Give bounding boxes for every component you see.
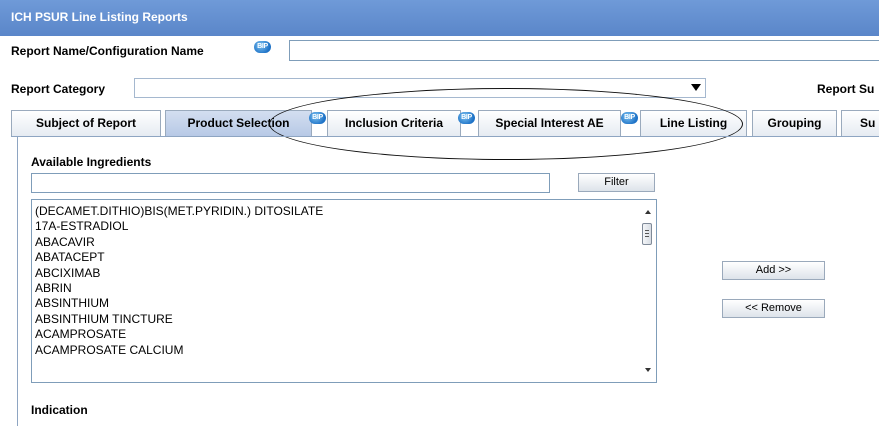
add-button[interactable]: Add >> <box>722 261 825 280</box>
window-title: ICH PSUR Line Listing Reports <box>11 10 188 24</box>
available-ingredients-label: Available Ingredients <box>31 155 152 169</box>
bip-badge-icon[interactable]: BIP <box>621 112 638 124</box>
list-item[interactable]: ACAMPROSATE <box>35 327 656 342</box>
list-item[interactable]: ABSINTHIUM <box>35 296 656 311</box>
report-sub-label: Report Su <box>817 82 875 96</box>
bip-badge-icon[interactable]: BIP <box>309 112 326 124</box>
tab-label: Inclusion Criteria <box>344 116 444 130</box>
tab-line-listing[interactable]: Line Listing <box>640 110 747 136</box>
report-name-input[interactable] <box>289 40 879 61</box>
list-item[interactable]: ABATACEPT <box>35 250 656 265</box>
tab-bar: Subject of Report Product Selection Incl… <box>11 110 879 137</box>
tab-label: Subject of Report <box>35 116 136 130</box>
tab-special-interest-ae[interactable]: Special Interest AE <box>478 110 621 136</box>
filter-button[interactable]: Filter <box>578 173 655 192</box>
tab-label: Special Interest AE <box>495 116 604 130</box>
tab-inclusion-criteria[interactable]: Inclusion Criteria <box>327 110 461 136</box>
chevron-down-icon <box>691 84 701 91</box>
report-category-select[interactable] <box>134 78 706 98</box>
bip-badge-icon[interactable]: BIP <box>458 112 475 124</box>
tab-label: Grouping <box>767 116 822 130</box>
list-item[interactable]: ABCIXIMAB <box>35 266 656 281</box>
available-ingredients-list[interactable]: (DECAMET.DITHIO)BIS(MET.PYRIDIN.) DITOSI… <box>31 199 657 383</box>
tab-label: Line Listing <box>659 116 728 130</box>
list-scrollbar[interactable] <box>639 200 656 382</box>
scroll-up-arrow-icon[interactable] <box>645 210 651 214</box>
tab-product-selection[interactable]: Product Selection <box>165 110 312 136</box>
tab-subject-of-report[interactable]: Subject of Report <box>11 110 161 136</box>
tab-label: Product Selection <box>187 116 290 130</box>
report-name-label: Report Name/Configuration Name <box>11 44 204 58</box>
tab-summary[interactable]: Su <box>841 110 879 136</box>
ingredient-filter-input[interactable] <box>31 173 550 193</box>
tab-label: Su <box>860 116 876 130</box>
remove-button[interactable]: << Remove <box>722 299 825 318</box>
list-item[interactable]: ABSINTHIUM TINCTURE <box>35 312 656 327</box>
window-titlebar: ICH PSUR Line Listing Reports <box>0 0 879 36</box>
list-item[interactable]: (DECAMET.DITHIO)BIS(MET.PYRIDIN.) DITOSI… <box>35 204 656 219</box>
list-item[interactable]: ABACAVIR <box>35 235 656 250</box>
scrollbar-thumb[interactable] <box>642 223 652 245</box>
report-category-label: Report Category <box>11 82 106 96</box>
indication-label: Indication <box>31 403 88 417</box>
list-item[interactable]: ABRIN <box>35 281 656 296</box>
scroll-down-arrow-icon[interactable] <box>645 368 651 372</box>
list-item[interactable]: 17A-ESTRADIOL <box>35 219 656 234</box>
bip-badge-icon[interactable]: BIP <box>254 41 271 53</box>
list-item[interactable]: ACAMPROSATE CALCIUM <box>35 343 656 358</box>
tab-grouping[interactable]: Grouping <box>752 110 837 136</box>
